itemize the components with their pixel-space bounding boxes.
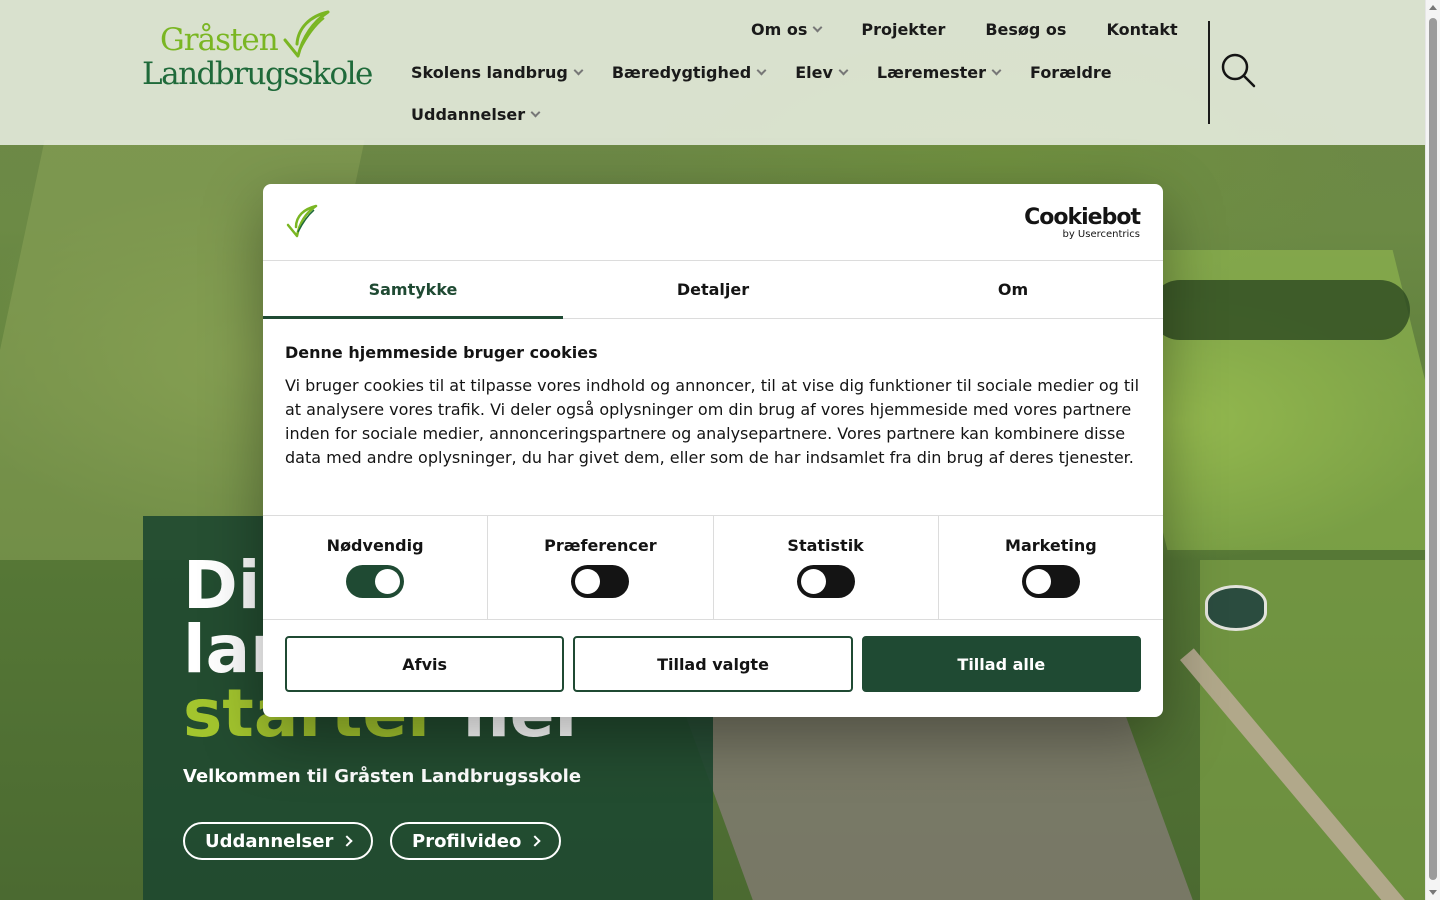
chevron-down-icon: [812, 22, 823, 33]
nav-elev[interactable]: Elev: [795, 62, 849, 82]
nav-label: Skolens landbrug: [411, 62, 568, 82]
logo-line1: Gråsten: [160, 22, 279, 58]
marketing-toggle[interactable]: [1021, 565, 1080, 598]
toggle-group-statistik: Statistik: [714, 516, 939, 619]
cookiebot-brand: Cookiebot: [1024, 205, 1141, 230]
tab-detaljer[interactable]: Detaljer: [563, 261, 863, 318]
scroll-up-arrow-icon[interactable]: [1429, 5, 1437, 10]
button-label: Uddannelser: [205, 830, 334, 852]
nav-besog-os[interactable]: Besøg os: [985, 20, 1066, 39]
leaf-icon: [283, 10, 330, 58]
logo-line2: Landbrugsskole: [142, 56, 373, 92]
nav-om-os[interactable]: Om os: [751, 20, 823, 39]
chevron-right-icon: [341, 835, 354, 847]
toggle-label: Statistik: [787, 536, 864, 555]
nav-baeredygtighed[interactable]: Bæredygtighed: [611, 62, 767, 82]
nav-label: Om os: [751, 20, 808, 39]
top-navigation: Om os Projekter Besøg os Kontakt: [751, 20, 1178, 39]
site-header: Gråsten Landbrugsskole Om os Projekter B…: [0, 0, 1425, 145]
toggle-label: Nødvendig: [326, 536, 424, 555]
allow-selected-button[interactable]: Tillad valgte: [573, 636, 853, 692]
nav-label: Besøg os: [985, 20, 1067, 39]
profilvideo-button[interactable]: Profilvideo: [390, 822, 562, 860]
toggle-label: Marketing: [1005, 536, 1097, 555]
chevron-down-icon: [756, 65, 767, 75]
consent-toggles: Nødvendig Præferencer Statistik Marketin…: [263, 516, 1163, 620]
uddannelser-button[interactable]: Uddannelser: [183, 822, 374, 860]
nav-projekter[interactable]: Projekter: [861, 20, 945, 39]
allow-all-button[interactable]: Tillad alle: [861, 636, 1141, 692]
chevron-down-icon: [530, 107, 541, 117]
scrollbar-thumb[interactable]: [1429, 18, 1437, 880]
reject-button[interactable]: Afvis: [285, 636, 565, 692]
chevron-down-icon: [991, 65, 1002, 75]
dialog-text: Vi bruger cookies til at tilpasse vores …: [285, 376, 1140, 467]
nav-label: Uddannelser: [411, 104, 526, 124]
toggle-group-marketing: Marketing: [939, 516, 1163, 619]
nav-label: Kontakt: [1106, 20, 1178, 39]
dialog-body: Denne hjemmeside bruger cookies Vi bruge…: [263, 319, 1163, 516]
dialog-actions: Afvis Tillad valgte Tillad alle: [263, 620, 1163, 708]
nav-kontakt[interactable]: Kontakt: [1106, 20, 1177, 39]
cookiebot-logo[interactable]: Cookiebot by Usercentrics: [1024, 205, 1141, 241]
site-logo[interactable]: Gråsten Landbrugsskole: [142, 10, 374, 100]
header-divider: [1208, 21, 1210, 124]
nav-label: Læremester: [876, 62, 987, 82]
praeferencer-toggle[interactable]: [571, 565, 630, 598]
nav-skolens-landbrug[interactable]: Skolens landbrug: [411, 62, 584, 82]
nav-label: Bæredygtighed: [611, 62, 752, 82]
tab-samtykke[interactable]: Samtykke: [263, 261, 563, 319]
statistik-toggle[interactable]: [796, 565, 855, 598]
cookiebot-brand-sub: by Usercentrics: [1062, 229, 1140, 240]
nodvendig-toggle[interactable]: [346, 565, 405, 598]
nav-label: Projekter: [861, 20, 946, 39]
toggle-knob: [575, 569, 601, 594]
nav-label: Forældre: [1030, 62, 1112, 82]
toggle-knob: [1025, 569, 1051, 594]
chevron-down-icon: [573, 65, 584, 75]
main-navigation: Skolens landbrug Bæredygtighed Elev Lære…: [411, 62, 1191, 124]
cookie-consent-dialog: Cookiebot by Usercentrics Samtykke Detal…: [263, 184, 1163, 717]
nav-label: Elev: [795, 62, 833, 82]
search-icon: [1221, 53, 1256, 88]
chevron-right-icon: [529, 835, 541, 847]
button-label: Profilvideo: [412, 830, 522, 852]
toggle-group-nodvendig: Nødvendig: [263, 516, 489, 619]
toggle-knob: [375, 569, 401, 594]
chevron-down-icon: [838, 65, 849, 75]
dialog-tabs: Samtykke Detaljer Om: [263, 261, 1163, 319]
scroll-down-arrow-icon[interactable]: [1429, 890, 1437, 895]
toggle-group-praeferencer: Præferencer: [488, 516, 714, 619]
nav-laeremester[interactable]: Læremester: [876, 62, 1002, 82]
leaf-logo-icon: [286, 204, 318, 238]
nav-uddannelser[interactable]: Uddannelser: [411, 104, 541, 124]
nav-foraeldre[interactable]: Forældre: [1030, 62, 1112, 82]
dialog-title: Denne hjemmeside bruger cookies: [285, 343, 598, 362]
search-button[interactable]: [1220, 52, 1256, 88]
page-scrollbar[interactable]: [1425, 0, 1440, 900]
dialog-header: Cookiebot by Usercentrics: [263, 184, 1163, 261]
toggle-knob: [800, 569, 826, 594]
hero-subtitle: Velkommen til Gråsten Landbrugsskole: [183, 766, 582, 787]
toggle-label: Præferencer: [544, 536, 657, 555]
tab-om[interactable]: Om: [863, 261, 1163, 318]
